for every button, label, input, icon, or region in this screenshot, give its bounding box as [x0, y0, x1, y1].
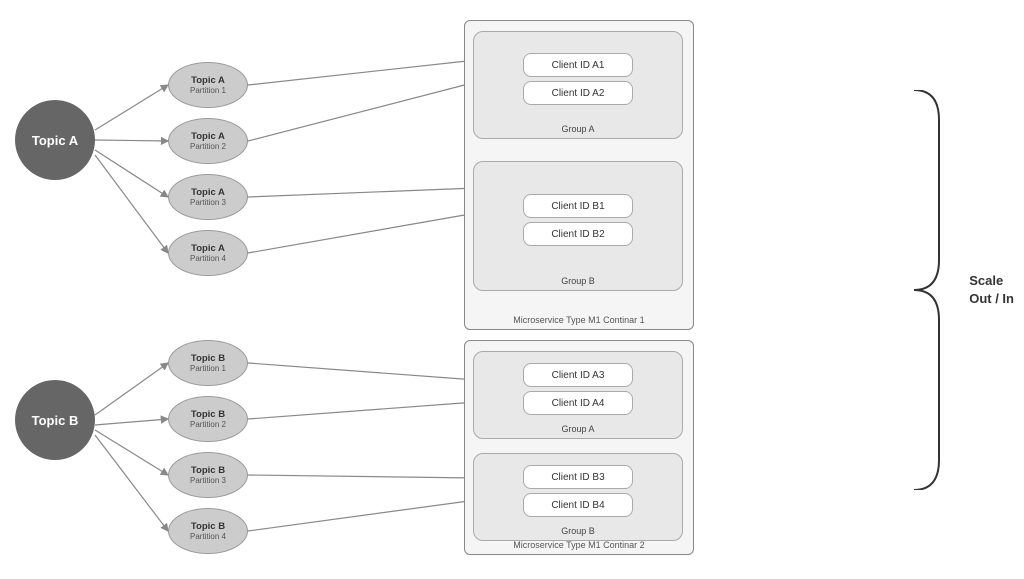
pa1-sub: Partition 1 [190, 86, 226, 95]
pb4-title: Topic B [191, 521, 225, 532]
topic-b-circle: Topic B [15, 380, 95, 460]
container-2-label: Microservice Type M1 Continar 2 [513, 540, 644, 550]
topic-a-label: Topic A [32, 133, 78, 148]
brace-svg [909, 90, 949, 490]
pa3-title: Topic A [191, 187, 225, 198]
partition-a3: Topic A Partition 3 [168, 174, 248, 220]
partition-b3: Topic B Partition 3 [168, 452, 248, 498]
client-a3: Client ID A3 [523, 363, 633, 387]
topic-a-circle: Topic A [15, 100, 95, 180]
group-b1: Client ID B1 Client ID B2 Group B [473, 161, 683, 291]
partition-b4: Topic B Partition 4 [168, 508, 248, 554]
partition-a1: Topic A Partition 1 [168, 62, 248, 108]
client-b1: Client ID B1 [523, 194, 633, 218]
client-a2: Client ID A2 [523, 81, 633, 105]
topic-b-label: Topic B [32, 413, 79, 428]
partition-b1: Topic B Partition 1 [168, 340, 248, 386]
partition-a2: Topic A Partition 2 [168, 118, 248, 164]
pa3-sub: Partition 3 [190, 198, 226, 207]
pb2-sub: Partition 2 [190, 420, 226, 429]
client-b4: Client ID B4 [523, 493, 633, 517]
client-a4: Client ID A4 [523, 391, 633, 415]
pa1-title: Topic A [191, 75, 225, 86]
group-b1-label: Group B [561, 276, 595, 286]
container-2: Microservice Type M1 Continar 2 Client I… [464, 340, 694, 555]
pa2-title: Topic A [191, 131, 225, 142]
client-a1: Client ID A1 [523, 53, 633, 77]
scale-label: ScaleOut / In [969, 271, 1014, 307]
group-a1: Client ID A1 Client ID A2 Group A [473, 31, 683, 139]
pa2-sub: Partition 2 [190, 142, 226, 151]
pb3-sub: Partition 3 [190, 476, 226, 485]
pa4-title: Topic A [191, 243, 225, 254]
container-1: Microservice Type M1 Continar 1 Client I… [464, 20, 694, 330]
client-b3: Client ID B3 [523, 465, 633, 489]
group-a1-label: Group A [561, 124, 594, 134]
pb4-sub: Partition 4 [190, 532, 226, 541]
pb3-title: Topic B [191, 465, 225, 476]
group-b2-label: Group B [561, 526, 595, 536]
partition-a4: Topic A Partition 4 [168, 230, 248, 276]
pa4-sub: Partition 4 [190, 254, 226, 263]
partition-b2: Topic B Partition 2 [168, 396, 248, 442]
group-a2: Client ID A3 Client ID A4 Group A [473, 351, 683, 439]
container-1-label: Microservice Type M1 Continar 1 [513, 315, 644, 325]
pb1-sub: Partition 1 [190, 364, 226, 373]
pb2-title: Topic B [191, 409, 225, 420]
group-a2-label: Group A [561, 424, 594, 434]
diagram: Topic A Topic B Topic A Partition 1 Topi… [0, 0, 1024, 579]
client-b2: Client ID B2 [523, 222, 633, 246]
pb1-title: Topic B [191, 353, 225, 364]
group-b2: Client ID B3 Client ID B4 Group B [473, 453, 683, 541]
